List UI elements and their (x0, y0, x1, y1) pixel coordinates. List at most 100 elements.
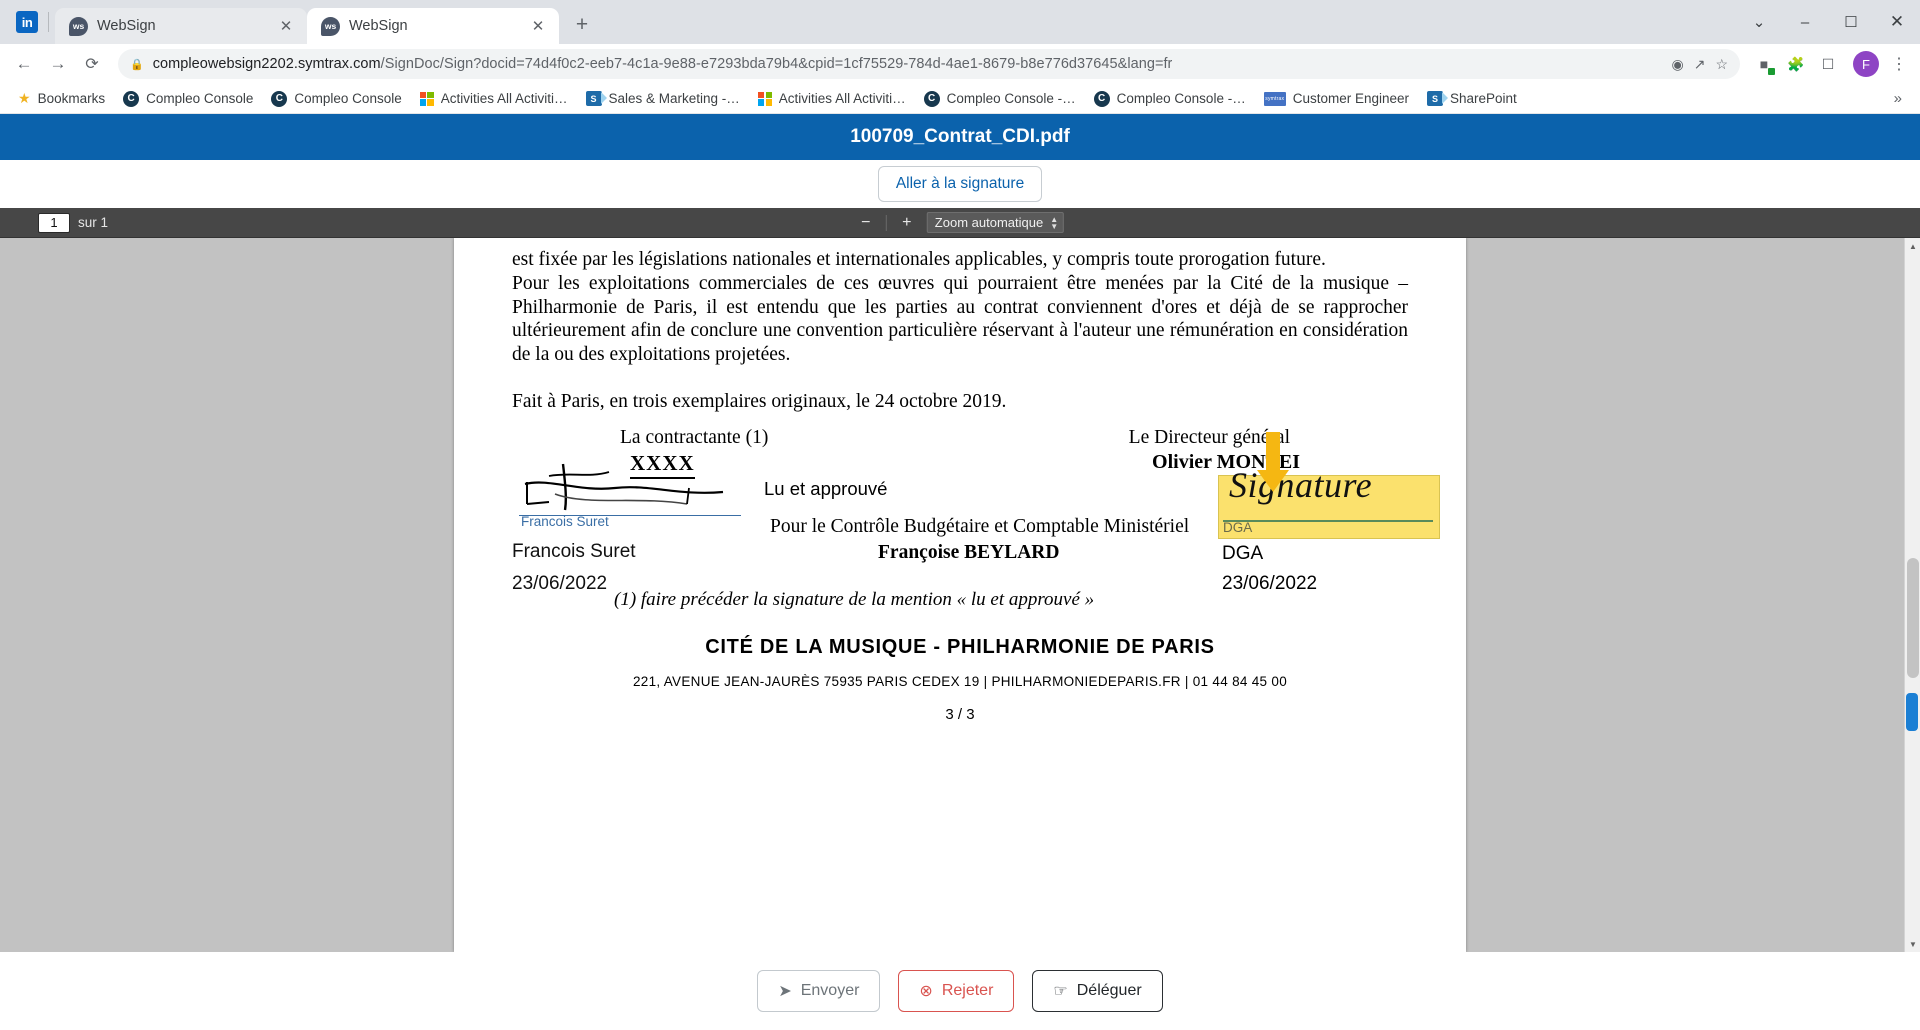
label-contractante: La contractante (1) (620, 426, 769, 448)
bookmark-label: SharePoint (1450, 91, 1517, 106)
close-tab-icon[interactable]: ✕ (527, 15, 549, 37)
tab-title: WebSign (97, 18, 156, 34)
navigation-bar: ← → ⟳ 🔒 compleowebsign2202.symtrax.com/S… (0, 44, 1920, 84)
scrollbar-thumb[interactable] (1907, 558, 1919, 678)
send-button[interactable]: ➤ Envoyer (757, 970, 881, 1012)
avatar[interactable]: F (1853, 51, 1879, 77)
right-signer-role: DGA (1222, 542, 1264, 564)
reload-icon[interactable]: ⟳ (76, 48, 108, 80)
bookmarks-overflow-icon[interactable]: » (1886, 90, 1910, 107)
signature-field-text: Signature (1229, 464, 1373, 505)
new-tab-button[interactable]: + (567, 10, 597, 40)
bookmark-item-compleo-console-2[interactable]: C Compleo Console (263, 88, 409, 110)
reject-button-label: Rejeter (941, 982, 994, 999)
close-tab-icon[interactable]: ✕ (275, 15, 297, 37)
zoom-out-button[interactable]: − (856, 213, 876, 233)
vertical-scrollbar[interactable]: ▲ ▼ (1904, 238, 1920, 952)
bookmark-label: Sales & Marketing -… (608, 91, 740, 106)
side-panel-handle[interactable] (1906, 693, 1918, 731)
signature-owner-label: Francois Suret (521, 513, 609, 529)
bookmark-item-bookmarks[interactable]: ★ Bookmarks (10, 87, 113, 110)
websign-favicon: ws (69, 16, 88, 36)
label-controle-budgetaire: Pour le Contrôle Budgétaire et Comptable… (770, 515, 1190, 537)
close-window-button[interactable]: ✕ (1874, 0, 1920, 44)
tab-title: WebSign (349, 18, 408, 34)
pdf-viewer: est fixée par les législations nationale… (0, 238, 1920, 952)
bookmark-label: Activities All Activiti… (778, 91, 906, 106)
share-icon[interactable]: ↗ (1694, 56, 1706, 73)
signature-field-underline (1223, 519, 1433, 522)
sharepoint-icon: S (1427, 91, 1449, 106)
browser-tab-1[interactable]: ws WebSign ✕ (55, 8, 307, 44)
zoom-level-select[interactable]: Zoom automatique (926, 212, 1065, 233)
minimize-button[interactable]: – (1782, 0, 1828, 44)
scroll-up-icon[interactable]: ▲ (1905, 238, 1920, 254)
chevron-down-icon[interactable]: ⌄ (1736, 0, 1782, 44)
footer-organisation: CITÉ DE LA MUSIQUE - PHILHARMONIE DE PAR… (705, 635, 1215, 658)
document-title-header: 100709_Contrat_CDI.pdf (0, 114, 1920, 160)
window-controls: ⌄ – ☐ ✕ (1736, 0, 1920, 44)
bookmark-label: Compleo Console (146, 91, 254, 106)
bookmark-label: Bookmarks (37, 91, 106, 106)
right-signer-date: 23/06/2022 (1222, 572, 1318, 594)
circle-x-icon: ⊗ (919, 983, 933, 1000)
goto-signature-bar: Aller à la signature (0, 160, 1920, 208)
bookmark-star-icon[interactable]: ☆ (1715, 56, 1728, 73)
send-button-label: Envoyer (800, 982, 860, 999)
symtrax-icon: symtrax (1263, 91, 1286, 106)
browser-menu-icon[interactable]: ⋮ (1886, 48, 1912, 80)
maximize-button[interactable]: ☐ (1828, 0, 1874, 44)
action-bar: ➤ Envoyer ⊗ Rejeter ☞ Déléguer (0, 952, 1920, 1030)
paragraph-1: est fixée par les législations nationale… (512, 249, 1326, 270)
signature-field-role: DGA (1223, 519, 1253, 535)
linkedin-icon[interactable]: in (16, 11, 38, 33)
extension-puzzle-icon[interactable]: 🧩 (1782, 50, 1810, 78)
signed-signature-left[interactable]: Francois Suret (519, 458, 741, 530)
paper-plane-icon: ➤ (778, 983, 792, 1000)
signature-field[interactable]: Signature DGA (1218, 464, 1440, 539)
extension-badge-icon[interactable]: ■ (1750, 50, 1778, 78)
handwritten-signature-icon (524, 463, 724, 510)
bookmark-label: Activities All Activiti… (440, 91, 568, 106)
zoom-controls: − + Zoom automatique ▲ ▼ (856, 212, 1065, 233)
bookmark-item-compleo-console-4[interactable]: C Compleo Console -… (1086, 88, 1254, 110)
sidepanel-icon[interactable]: ☐ (1814, 50, 1842, 78)
footer-page-indicator: 3 / 3 (945, 706, 975, 724)
back-icon[interactable]: ← (8, 48, 40, 80)
bookmark-label: Customer Engineer (1292, 91, 1410, 106)
compleo-icon: C (923, 90, 940, 107)
browser-window: in ws WebSign ✕ ws WebSign ✕ + ⌄ – ☐ ✕ ←… (0, 0, 1920, 1030)
microsoft-icon (419, 91, 434, 106)
document-content: est fixée par les législations nationale… (454, 238, 1466, 727)
websign-app: 100709_Contrat_CDI.pdf Aller à la signat… (0, 114, 1920, 1030)
bookmark-label: Compleo Console -… (1116, 91, 1246, 106)
forward-icon[interactable]: → (42, 48, 74, 80)
bookmark-item-compleo-console-3[interactable]: C Compleo Console -… (916, 88, 1084, 110)
sharepoint-icon: S (585, 91, 607, 106)
page-number-input[interactable] (38, 212, 70, 233)
bookmark-item-activities-2[interactable]: Activities All Activiti… (750, 88, 914, 109)
signature-pointer-arrow-icon (1256, 431, 1290, 494)
paragraph-3: Fait à Paris, en trois exemplaires origi… (512, 390, 1007, 412)
bookmark-item-sharepoint[interactable]: S SharePoint (1419, 88, 1525, 109)
footer-address: 221, AVENUE JEAN-JAURÈS 75935 PARIS CEDE… (632, 673, 1288, 689)
label-lu-et-approuve: Lu et approuvé (764, 477, 888, 499)
tab-divider (48, 12, 49, 32)
bookmark-item-compleo-console-1[interactable]: C Compleo Console (115, 88, 261, 110)
address-bar[interactable]: 🔒 compleowebsign2202.symtrax.com/SignDoc… (118, 49, 1740, 79)
lock-icon: 🔒 (130, 58, 144, 71)
bookmark-item-activities-1[interactable]: Activities All Activiti… (412, 88, 576, 109)
scroll-down-icon[interactable]: ▼ (1905, 936, 1920, 952)
microsoft-icon (757, 91, 772, 106)
goto-signature-button[interactable]: Aller à la signature (877, 166, 1043, 202)
translate-icon[interactable]: ◉ (1671, 56, 1683, 73)
zoom-in-button[interactable]: + (897, 213, 917, 233)
bookmark-item-customer-engineer[interactable]: symtrax Customer Engineer (1256, 88, 1417, 109)
zoom-select-wrapper: Zoom automatique ▲ ▼ (926, 212, 1065, 233)
browser-tab-2[interactable]: ws WebSign ✕ (307, 8, 559, 44)
bookmark-label: Compleo Console -… (946, 91, 1076, 106)
url-path: /SignDoc/Sign?docid=74d4f0c2-eeb7-4c1a-9… (380, 56, 1173, 72)
bookmark-item-sales-marketing[interactable]: S Sales & Marketing -… (578, 88, 748, 109)
delegate-button[interactable]: ☞ Déléguer (1032, 970, 1163, 1012)
reject-button[interactable]: ⊗ Rejeter (898, 970, 1015, 1012)
